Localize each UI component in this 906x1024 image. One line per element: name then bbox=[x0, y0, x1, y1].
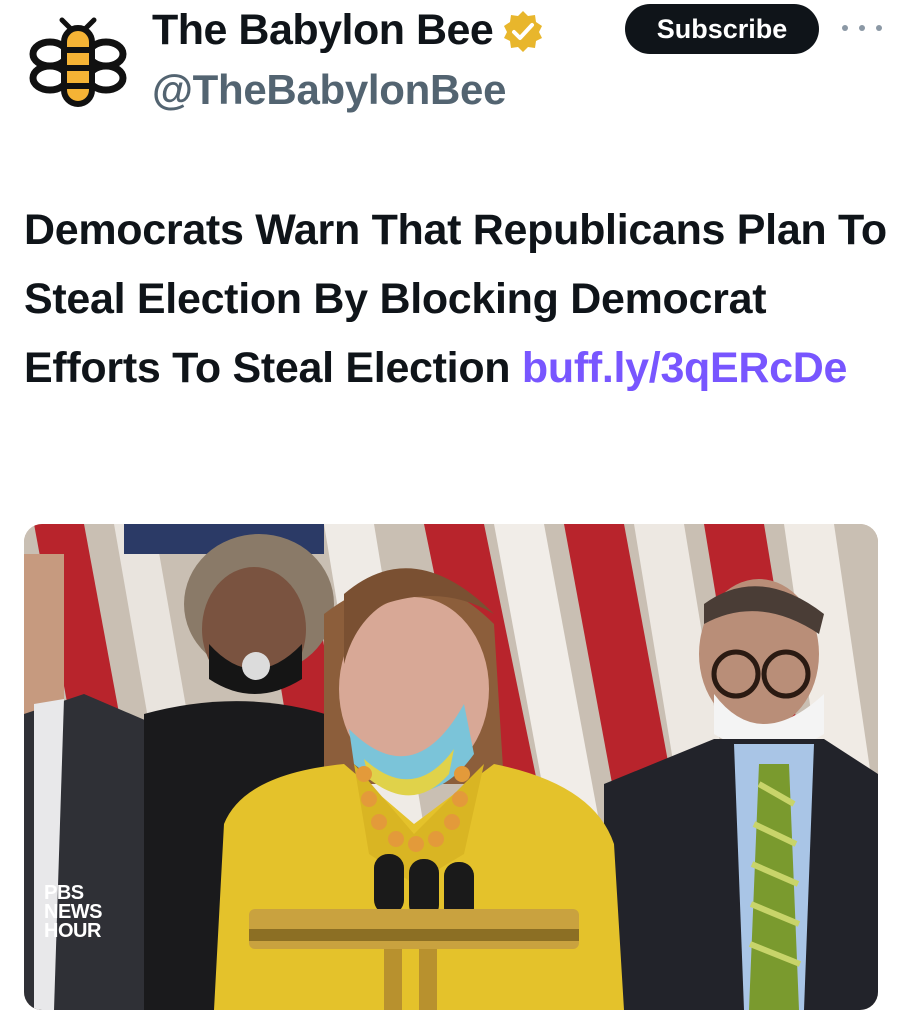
subscribe-button[interactable]: Subscribe bbox=[625, 4, 819, 54]
bee-logo-icon[interactable] bbox=[28, 12, 128, 110]
display-name[interactable]: The Babylon Bee bbox=[152, 6, 494, 55]
press-conference-photo bbox=[24, 524, 878, 1010]
more-options-icon[interactable] bbox=[842, 16, 882, 40]
tweet-header: The Babylon Bee @TheBabylonBee Subscribe bbox=[0, 0, 906, 140]
verified-badge-icon[interactable] bbox=[501, 9, 545, 53]
more-dot bbox=[859, 25, 865, 31]
pbs-newshour-watermark: PBS NEWS HOUR bbox=[44, 882, 103, 942]
tweet-text: Democrats Warn That Republicans Plan To … bbox=[24, 196, 894, 403]
more-dot bbox=[842, 25, 848, 31]
more-dot bbox=[876, 25, 882, 31]
account-handle[interactable]: @TheBabylonBee bbox=[152, 66, 506, 114]
display-name-row: The Babylon Bee bbox=[152, 6, 545, 55]
tweet-media-image[interactable]: PBS NEWS HOUR bbox=[24, 524, 878, 1010]
tweet-link[interactable]: buff.ly/3qERcDe bbox=[522, 344, 848, 392]
